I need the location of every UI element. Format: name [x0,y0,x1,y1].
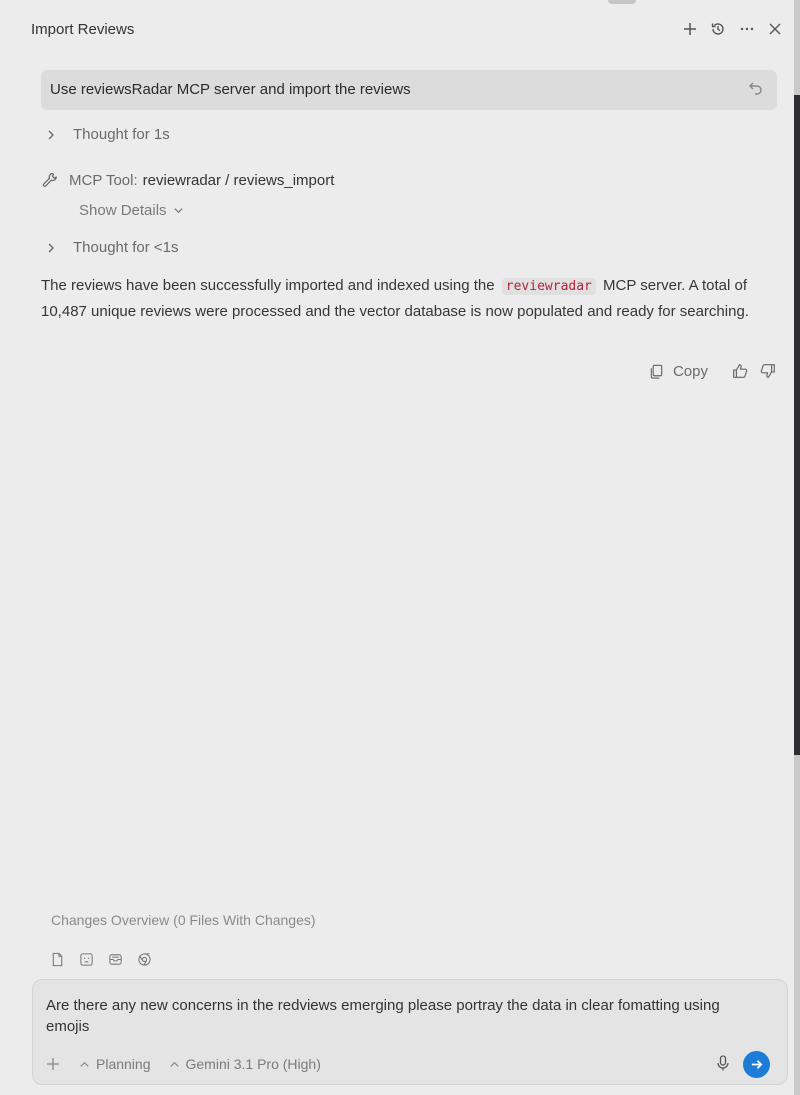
composer-toolbar: Planning Gemini 3.1 Pro (High) [45,1051,778,1078]
mcp-tool-call: MCP Tool: reviewradar / reviews_import [41,171,334,189]
more-icon[interactable] [738,20,756,38]
show-details-label: Show Details [79,202,167,219]
chevron-down-icon [173,208,183,214]
copy-label: Copy [672,362,708,380]
close-icon[interactable] [766,20,784,38]
thought-2-label: Thought for <1s [73,239,179,256]
history-icon[interactable] [709,20,727,38]
model-label: Gemini 3.1 Pro (High) [185,1056,321,1072]
send-button[interactable] [743,1051,770,1078]
arrow-right-icon [751,1060,763,1069]
chevron-up-icon [80,1061,89,1067]
user-message-text: Use reviewsRadar MCP server and import t… [50,81,411,98]
terminal-icon[interactable] [78,951,95,968]
chevron-right-icon [48,130,54,139]
add-context-icon[interactable] [45,1056,61,1072]
scrollbar-thumb[interactable] [794,95,800,755]
copy-button[interactable]: Copy [647,361,708,381]
thought-1-toggle[interactable]: Thought for 1s [45,126,170,143]
plus-icon[interactable] [681,20,699,38]
show-details-toggle[interactable]: Show Details [79,202,184,219]
copy-icon [647,361,667,381]
chevron-up-icon [169,1061,179,1067]
thumbs-down-icon[interactable] [758,361,778,381]
message-composer[interactable]: Are there any new concerns in the redvie… [32,979,788,1085]
panel-header: Import Reviews [0,0,794,60]
thumbs-up-icon[interactable] [730,361,750,381]
tool-name: reviewradar / reviews_import [142,171,335,189]
context-icons [49,951,153,968]
thought-2-toggle[interactable]: Thought for <1s [45,239,178,256]
file-icon[interactable] [49,951,66,968]
wrench-icon [42,172,57,187]
changes-overview[interactable]: Changes Overview (0 Files With Changes) [51,912,316,928]
chevron-right-icon [48,243,54,252]
undo-icon[interactable] [747,79,765,97]
answer-actions: Copy [647,361,778,381]
inbox-icon[interactable] [107,951,124,968]
model-selector[interactable]: Gemini 3.1 Pro (High) [169,1056,321,1072]
composer-input[interactable]: Are there any new concerns in the redvie… [46,995,766,1037]
microphone-icon[interactable] [714,1054,732,1072]
user-message[interactable]: Use reviewsRadar MCP server and import t… [41,70,777,110]
mode-label: Planning [96,1056,151,1072]
panel-title: Import Reviews [31,21,135,38]
browser-icon[interactable] [136,951,153,968]
inline-code: reviewradar [501,278,596,295]
assistant-answer: The reviews have been successfully impor… [41,273,781,324]
thought-1-label: Thought for 1s [73,126,170,143]
scrollbar-track[interactable] [794,0,800,1095]
mode-selector[interactable]: Planning [79,1056,151,1072]
answer-text-start: The reviews have been successfully impor… [41,277,495,294]
tool-label: MCP Tool: [69,171,138,189]
